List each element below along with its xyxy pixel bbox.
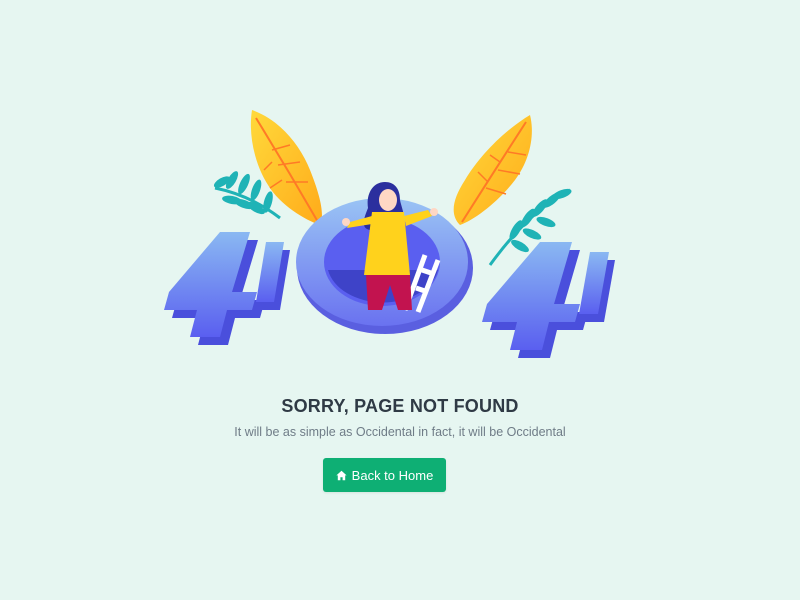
back-to-home-button[interactable]: Back to Home xyxy=(323,458,446,492)
error-message: It will be as simple as Occidental in fa… xyxy=(234,425,566,439)
home-icon xyxy=(336,470,347,481)
digit-four-right xyxy=(482,242,615,358)
404-illustration xyxy=(164,110,615,358)
page-title: SORRY, PAGE NOT FOUND xyxy=(281,396,519,416)
back-to-home-label: Back to Home xyxy=(351,467,434,483)
error-404-page: SORRY, PAGE NOT FOUND It will be as simp… xyxy=(0,0,800,600)
leaf-right xyxy=(453,115,532,225)
digit-four-left xyxy=(164,232,290,345)
